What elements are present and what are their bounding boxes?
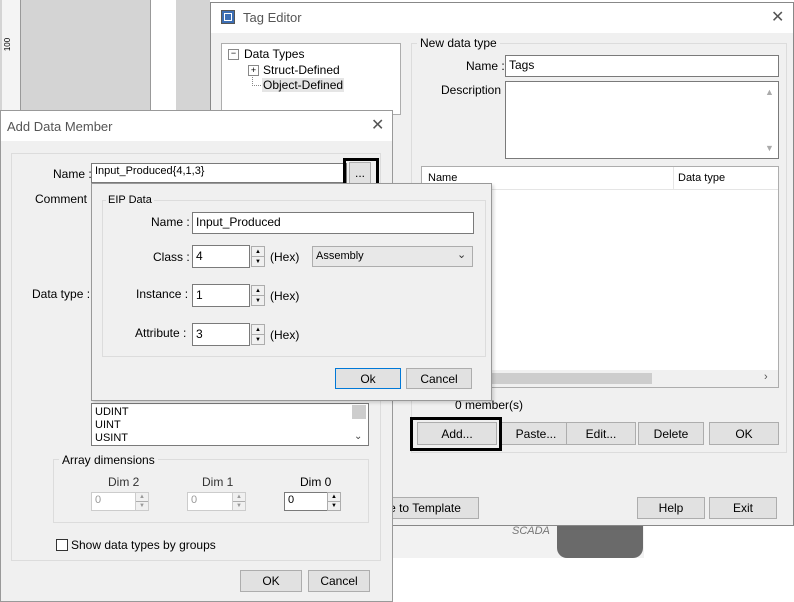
eip-cancel-button[interactable]: Cancel [406,368,472,389]
eip-name-label: Name : [151,215,190,229]
tree-expand-icon[interactable]: + [248,65,259,76]
dim1-spinner: ▲ ▼ [232,492,246,511]
show-groups-checkbox[interactable] [56,539,68,551]
description-scroll-up-icon[interactable]: ▲ [765,87,774,97]
comment-label: Comment : [35,192,94,206]
dim0-field[interactable]: 0 [284,492,332,511]
datatype-label: Data type : [32,287,91,301]
paste-button[interactable]: Paste... [501,422,571,445]
close-icon[interactable]: ✕ [771,7,784,27]
dim2-label: Dim 2 [108,475,140,489]
add-data-member-titlebar: Add Data Member ✕ [1,111,392,141]
tag-name-field[interactable]: Tags [505,55,779,77]
attribute-spinner[interactable]: ▲ ▼ [251,324,265,345]
datatype-list[interactable]: UDINT UINT USINT ⌄ [91,403,369,446]
tree-item-struct-defined[interactable]: Struct-Defined [263,63,340,77]
hscroll-right-icon[interactable]: › [764,371,768,383]
datatype-list-item[interactable]: USINT [95,432,128,444]
tag-editor-app-icon [221,10,235,24]
tree-item-object-defined[interactable]: Object-Defined [262,78,345,92]
ruler-label: 100 [3,37,13,52]
list-scroll-thumb[interactable] [352,405,366,419]
add-button-highlight [410,417,502,451]
description-field[interactable] [505,81,779,159]
array-dimensions-group [53,459,369,523]
datatype-list-item[interactable]: UDINT [95,406,129,418]
class-hex-label: (Hex) [270,250,300,264]
attribute-label: Attribute : [135,326,187,340]
add-data-member-title: Add Data Member [7,119,113,134]
data-types-tree: − Data Types + Struct-Defined Object-Def… [221,43,401,115]
class-spinner[interactable]: ▲ ▼ [251,246,265,267]
dim1-field: 0 [187,492,235,511]
instance-label: Instance : [136,287,189,301]
delete-button[interactable]: Delete [638,422,704,445]
column-divider [673,167,674,189]
class-type-dropdown[interactable]: Assembly [312,246,473,267]
tag-editor-title: Tag Editor [243,10,302,25]
background-panel [0,0,210,110]
instance-field[interactable]: 1 [192,284,250,307]
tree-collapse-icon[interactable]: − [228,49,239,60]
class-label: Class : [153,250,190,264]
show-groups-label[interactable]: Show data types by groups [71,538,216,552]
chevron-down-icon[interactable]: ⌄ [457,248,466,261]
close-icon[interactable]: ✕ [371,115,384,135]
description-scroll-down-icon[interactable]: ▼ [765,143,774,153]
dialog-cancel-button[interactable]: Cancel [308,570,370,592]
edit-button[interactable]: Edit... [566,422,636,445]
ruler [2,0,21,110]
dim0-label: Dim 0 [300,475,332,489]
background-canvas-strip [150,0,176,110]
dim0-spinner[interactable]: ▲ ▼ [327,492,341,511]
attribute-field[interactable]: 3 [192,323,250,346]
dim2-spinner: ▲ ▼ [135,492,149,511]
column-header-data-type[interactable]: Data type [678,172,725,184]
eip-name-field[interactable]: Input_Produced [192,212,474,234]
ok-button[interactable]: OK [709,422,779,445]
description-label: Description : [441,83,508,97]
eip-data-popup: EIP Data Name : Input_Produced Class : 4… [91,183,492,401]
scada-device-image [557,526,643,558]
eip-data-label: EIP Data [106,194,154,206]
instance-spinner[interactable]: ▲ ▼ [251,285,265,306]
list-scroll-down-icon[interactable]: ⌄ [354,431,362,442]
tag-editor-titlebar: Tag Editor ✕ [211,3,793,33]
tag-name-label: Name : [466,59,505,73]
instance-hex-label: (Hex) [270,289,300,303]
eip-ok-button[interactable]: Ok [335,368,401,389]
help-button[interactable]: Help [637,497,705,519]
datatype-list-item[interactable]: UINT [95,419,121,431]
new-data-type-label: New data type [417,36,500,50]
exit-button[interactable]: Exit [709,497,777,519]
dim1-label: Dim 1 [202,475,234,489]
array-dimensions-label: Array dimensions [59,453,158,467]
scada-label: SCADA [512,525,550,537]
tree-connector [252,77,261,86]
dialog-ok-button[interactable]: OK [240,570,302,592]
member-name-label: Name : [53,167,92,181]
class-field[interactable]: 4 [192,245,250,268]
dim2-field: 0 [91,492,139,511]
attribute-hex-label: (Hex) [270,328,300,342]
tree-root-label[interactable]: Data Types [244,47,304,61]
member-name-field[interactable]: Input_Produced{4,1,3} [91,163,347,183]
